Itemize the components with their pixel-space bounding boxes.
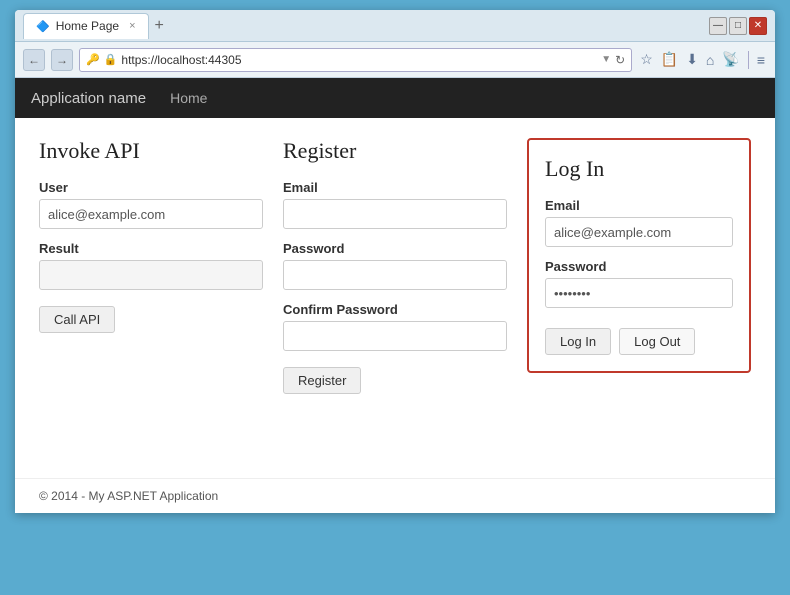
page-content: Invoke API User Result Call API Register… — [15, 118, 775, 478]
app-brand: Application name — [31, 90, 146, 107]
tab-title: Home Page — [56, 19, 119, 33]
app-navbar: Application name Home — [15, 78, 775, 118]
clipboard-icon[interactable]: 📋 — [659, 49, 680, 70]
confirm-password-label: Confirm Password — [283, 302, 507, 317]
confirm-password-input[interactable] — [283, 321, 507, 351]
footer-text: © 2014 - My ASP.NET Application — [39, 489, 218, 503]
browser-tab[interactable]: 🔷 Home Page × — [23, 13, 149, 39]
login-title: Log In — [545, 156, 733, 182]
logout-button[interactable]: Log Out — [619, 328, 695, 355]
close-button[interactable]: ✕ — [749, 17, 767, 35]
nav-home-link[interactable]: Home — [170, 90, 207, 106]
download-icon[interactable]: ⬇ — [684, 49, 700, 70]
invoke-api-title: Invoke API — [39, 138, 263, 164]
login-password-input[interactable] — [545, 278, 733, 308]
minimize-button[interactable]: — — [709, 17, 727, 35]
invoke-api-section: Invoke API User Result Call API — [39, 138, 283, 394]
home-icon[interactable]: ⌂ — [704, 50, 716, 70]
page-footer: © 2014 - My ASP.NET Application — [15, 478, 775, 513]
feed-icon[interactable]: 📡 — [720, 49, 741, 70]
result-input — [39, 260, 263, 290]
register-password-label: Password — [283, 241, 507, 256]
result-label: Result — [39, 241, 263, 256]
call-api-button[interactable]: Call API — [39, 306, 115, 333]
new-tab-button[interactable]: + — [149, 18, 170, 34]
login-email-label: Email — [545, 198, 733, 213]
url-bar[interactable]: 🔑 🔒 https://localhost:44305 ▼ ↻ — [79, 48, 632, 72]
login-email-input[interactable] — [545, 217, 733, 247]
back-button[interactable]: ← — [23, 49, 45, 71]
toolbar-separator — [748, 51, 749, 69]
user-label: User — [39, 180, 263, 195]
user-input[interactable] — [39, 199, 263, 229]
register-email-label: Email — [283, 180, 507, 195]
login-column: Log In Email Password Log In Log Out — [527, 138, 751, 394]
forward-button[interactable]: → — [51, 49, 73, 71]
register-button[interactable]: Register — [283, 367, 361, 394]
url-dropdown-icon[interactable]: ▼ — [601, 54, 611, 65]
tab-icon: 🔷 — [36, 20, 50, 33]
lock-icon: 🔑 — [86, 53, 100, 66]
star-icon[interactable]: ☆ — [638, 49, 655, 70]
https-icon: 🔒 — [104, 53, 118, 66]
register-title: Register — [283, 138, 507, 164]
register-password-input[interactable] — [283, 260, 507, 290]
menu-icon[interactable]: ≡ — [755, 50, 767, 70]
login-button[interactable]: Log In — [545, 328, 611, 355]
login-section: Log In Email Password Log In Log Out — [527, 138, 751, 373]
tab-close-btn[interactable]: × — [129, 20, 135, 32]
maximize-button[interactable]: □ — [729, 17, 747, 35]
register-email-input[interactable] — [283, 199, 507, 229]
register-section: Register Email Password Confirm Password… — [283, 138, 527, 394]
login-password-label: Password — [545, 259, 733, 274]
refresh-icon[interactable]: ↻ — [615, 53, 625, 67]
url-text: https://localhost:44305 — [121, 53, 597, 67]
